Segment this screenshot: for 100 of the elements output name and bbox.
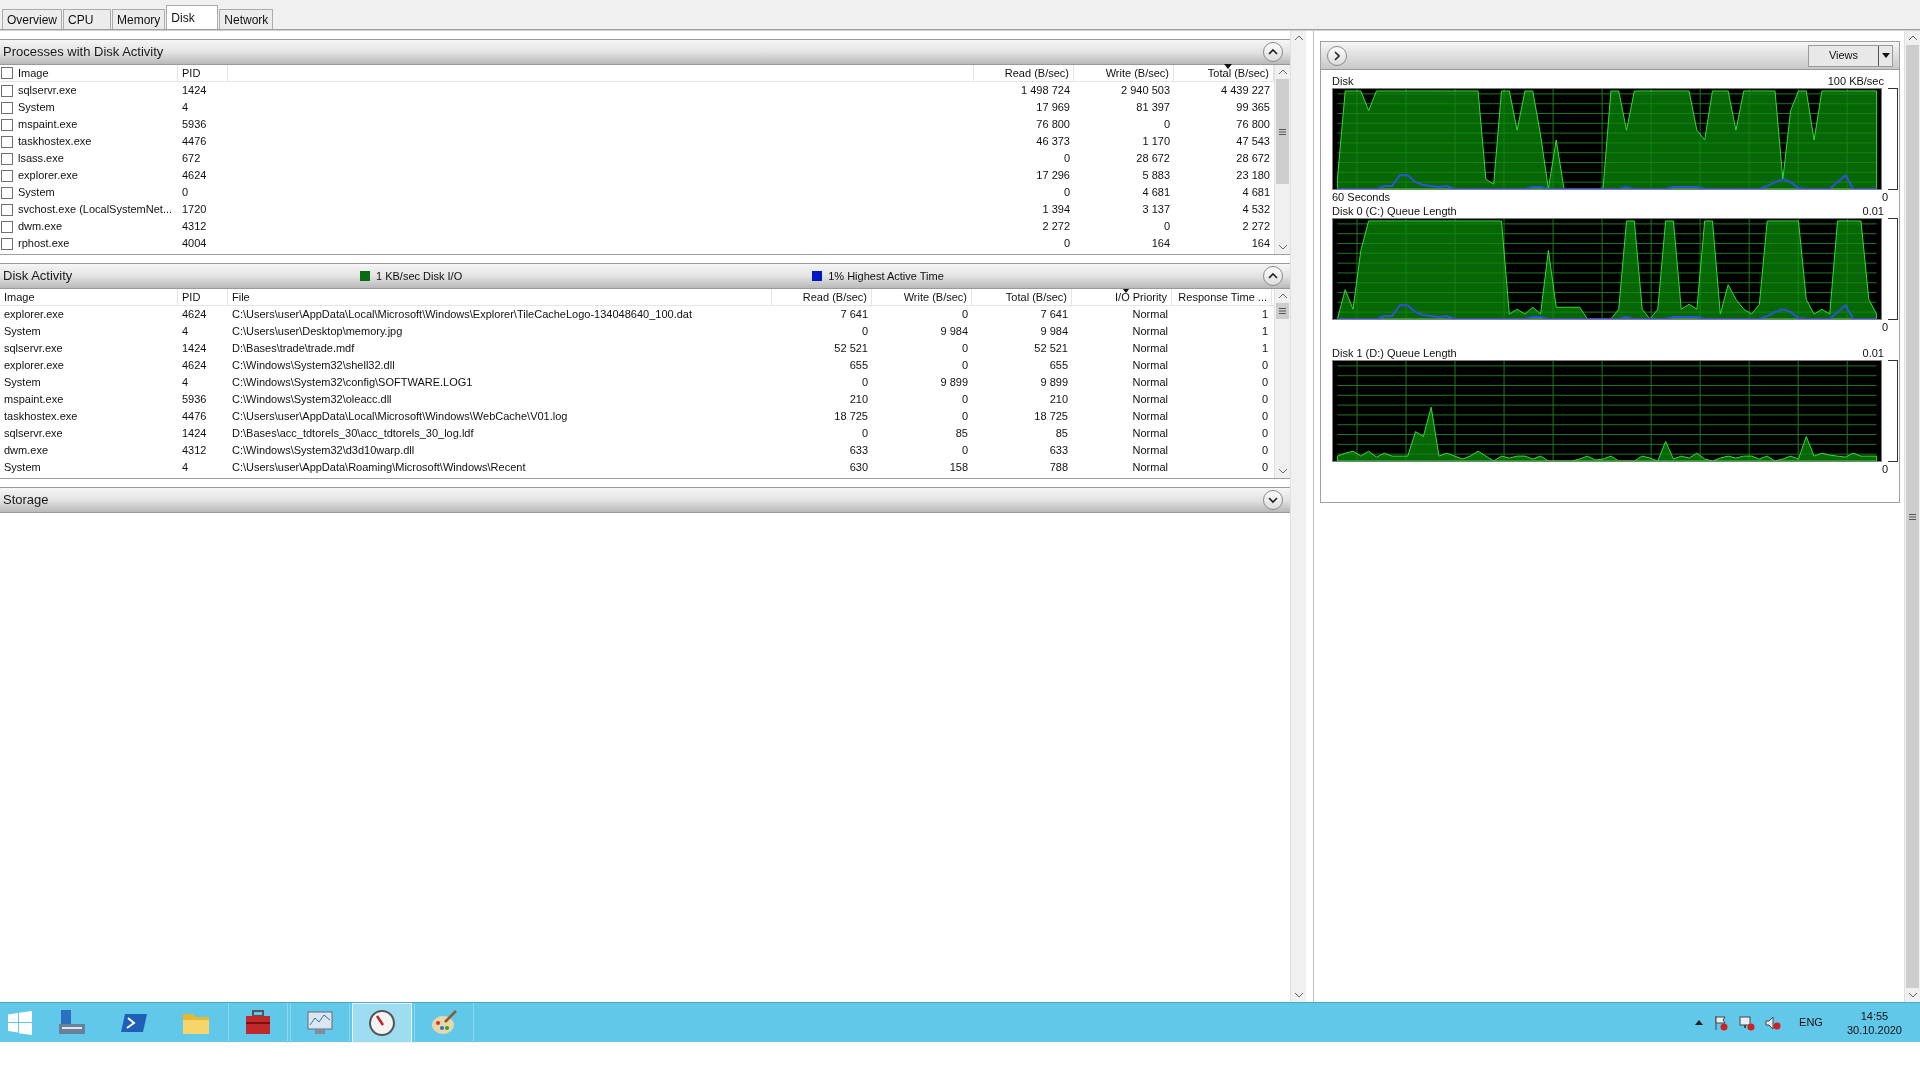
column-header[interactable]: Read (B/sec): [974, 65, 1074, 81]
table-cell-text: 3 137: [1141, 202, 1171, 217]
table-row[interactable]: explorer.exe 4624 C:\Windows\System32\shell32.dll 655 0 655 Normal 0: [0, 357, 1274, 374]
column-header[interactable]: Total (B/sec): [972, 289, 1072, 305]
column-header[interactable]: Response Time ...: [1172, 289, 1272, 305]
taskbar-app-button[interactable]: [228, 1002, 288, 1043]
tab[interactable]: Overview: [2, 9, 62, 29]
tab[interactable]: CPU: [63, 9, 111, 29]
table-cell-text: Normal: [1131, 358, 1169, 373]
column-header[interactable]: Image: [0, 65, 178, 81]
table-cell-text: Normal: [1131, 375, 1169, 390]
taskbar-app-button[interactable]: [414, 1002, 474, 1043]
network-icon[interactable]: [1739, 1014, 1756, 1031]
column-header[interactable]: Read (B/sec): [772, 289, 872, 305]
table-cell-text: 0: [1162, 117, 1171, 132]
speaker-muted-icon[interactable]: [1765, 1014, 1782, 1031]
scrollbar[interactable]: [1904, 31, 1920, 1002]
checkbox[interactable]: [1, 186, 13, 199]
table-cell-text: 9 984: [1039, 324, 1069, 339]
checkbox[interactable]: [1, 237, 13, 250]
table-row[interactable]: mspaint.exe 5936 C:\Windows\System32\oleacc.dll 210 0 210 Normal 0: [0, 391, 1274, 408]
table-cell-text: mspaint.exe: [3, 392, 65, 407]
clock[interactable]: 14:55 30.10.2020: [1846, 1008, 1902, 1037]
table-cell-text: Normal: [1131, 460, 1169, 475]
table-cell-text: 4: [181, 100, 190, 115]
table-cell-text: 0: [1260, 358, 1269, 373]
table-cell-text: taskhostex.exe: [18, 134, 92, 149]
table-cell-text: 1: [1260, 307, 1269, 322]
collapse-button[interactable]: [1263, 42, 1283, 62]
table-cell-text: C:\Windows\System32\oleacc.dll: [231, 392, 393, 407]
table-row[interactable]: System 0 0 4 681 4 681: [0, 184, 1274, 201]
scrollbar[interactable]: [1274, 289, 1290, 478]
dropdown-caret-icon: [1881, 53, 1890, 58]
section-header[interactable]: Processes with Disk Activity: [0, 39, 1290, 65]
table-cell-text: 4: [181, 460, 190, 475]
table-row[interactable]: System 4 C:\Users\user\Desktop\memory.jpg 0 9 984 9 984 Normal 1: [0, 323, 1274, 340]
table-cell-text: 4 439 227: [1220, 83, 1271, 98]
column-header[interactable]: PID: [178, 65, 228, 81]
table-row[interactable]: mspaint.exe 5936 76 800 0 76 800: [0, 116, 1274, 133]
table-row[interactable]: rphost.exe 4004 0 164 164: [0, 235, 1274, 252]
column-header[interactable]: Write (B/sec): [872, 289, 972, 305]
table-row[interactable]: sqlservr.exe 1424 D:\Bases\trade\trade.mdf 52 521 0 52 521 Normal 1: [0, 340, 1274, 357]
table-cell-text: C:\Users\user\Desktop\memory.jpg: [231, 324, 404, 339]
grip-icon: [1279, 128, 1286, 135]
table-cell-text: 2 272: [1041, 219, 1071, 234]
expand-panel-button[interactable]: [1327, 45, 1347, 66]
scrollbar[interactable]: [1290, 31, 1306, 1002]
checkbox[interactable]: [1, 84, 13, 97]
column-header[interactable]: Write (B/sec): [1074, 65, 1174, 81]
caret-up-icon[interactable]: [1695, 1020, 1704, 1025]
column-label: Image: [18, 66, 49, 81]
table-cell-text: System: [3, 324, 42, 339]
table-cell-text: C:\Windows\System32\d3d10warp.dll: [231, 443, 416, 458]
table-cell-text: 18 725: [1033, 409, 1069, 424]
table-row[interactable]: sqlservr.exe 1424 D:\Bases\acc_tdtorels_30\acc_tdtorels_30_log.ldf 0 85 85 Normal 0: [0, 425, 1274, 442]
table-cell-text: 5936: [181, 392, 208, 407]
table-row[interactable]: dwm.exe 4312 C:\Windows\System32\d3d10warp.dll 633 0 633 Normal 0: [0, 442, 1274, 459]
checkbox[interactable]: [1, 118, 13, 131]
views-button[interactable]: Views: [1808, 44, 1893, 67]
taskbar-app-button[interactable]: [290, 1002, 350, 1043]
gauge-icon: [367, 1007, 397, 1038]
column-header[interactable]: I/O Priority: [1072, 289, 1172, 305]
checkbox[interactable]: [1, 220, 13, 233]
table-cell-text: 4004: [181, 236, 208, 251]
table-row[interactable]: svchost.exe (LocalSystemNet... 1720 1 394 3 137 4 532: [0, 201, 1274, 218]
scrollbar[interactable]: [1274, 65, 1290, 254]
table-row[interactable]: System 4 C:\Windows\System32\config\SOFTWARE.LOG1 0 9 899 9 899 Normal 0: [0, 374, 1274, 391]
graph-max-label: 0.01: [1862, 204, 1884, 218]
tab[interactable]: Memory: [112, 9, 166, 29]
checkbox[interactable]: [1, 67, 13, 79]
table-row[interactable]: taskhostex.exe 4476 C:\Users\user\AppData\Local\Microsoft\Windows\WebCache\V01.log 18 725 0 18 725 Normal 0: [0, 408, 1274, 425]
collapse-button[interactable]: [1263, 266, 1283, 286]
table-cell-text: 4: [181, 324, 190, 339]
section-title: Storage: [3, 491, 49, 510]
expand-button[interactable]: [1263, 490, 1283, 510]
table-row[interactable]: explorer.exe 4624 C:\Users\user\AppData\Local\Microsoft\Windows\Explorer\TileCacheLogo-134048640_100.dat 7 641 0 7 641 Normal 1: [0, 306, 1274, 323]
checkbox[interactable]: [1, 135, 13, 148]
table-cell-text: 9 899: [939, 375, 969, 390]
column-header[interactable]: File: [228, 289, 772, 305]
table-cell-text: sqlservr.exe: [3, 426, 64, 441]
table-cell-text: 672: [181, 151, 202, 166]
table-row[interactable]: System 4 C:\Users\user\AppData\Roaming\Microsoft\Windows\Recent 630 158 788 Normal 0: [0, 459, 1274, 476]
checkbox[interactable]: [1, 101, 13, 114]
section-header[interactable]: Disk Activity 1 KB/sec Disk I/O 1% Highest Active Time: [0, 263, 1290, 289]
table-row[interactable]: System 4 17 969 81 397 99 365: [0, 99, 1274, 116]
section-header[interactable]: Storage: [0, 487, 1290, 513]
checkbox[interactable]: [1, 152, 13, 165]
table-row[interactable]: sqlservr.exe 1424 1 498 724 2 940 503 4 439 227: [0, 82, 1274, 99]
column-header[interactable]: Image: [0, 289, 178, 305]
table-row[interactable]: dwm.exe 4312 2 272 0 2 272: [0, 218, 1274, 235]
language-indicator[interactable]: ENG: [1799, 1014, 1823, 1031]
tab[interactable]: Network: [219, 9, 274, 29]
table-row[interactable]: taskhostex.exe 4476 46 373 1 170 47 543: [0, 133, 1274, 150]
flag-icon[interactable]: [1713, 1014, 1730, 1031]
column-header[interactable]: PID: [178, 289, 228, 305]
checkbox[interactable]: [1, 203, 13, 216]
table-row[interactable]: explorer.exe 4624 17 296 5 883 23 180: [0, 167, 1274, 184]
table-row[interactable]: lsass.exe 672 0 28 672 28 672: [0, 150, 1274, 167]
checkbox[interactable]: [1, 169, 13, 182]
tab[interactable]: Disk: [166, 5, 219, 29]
